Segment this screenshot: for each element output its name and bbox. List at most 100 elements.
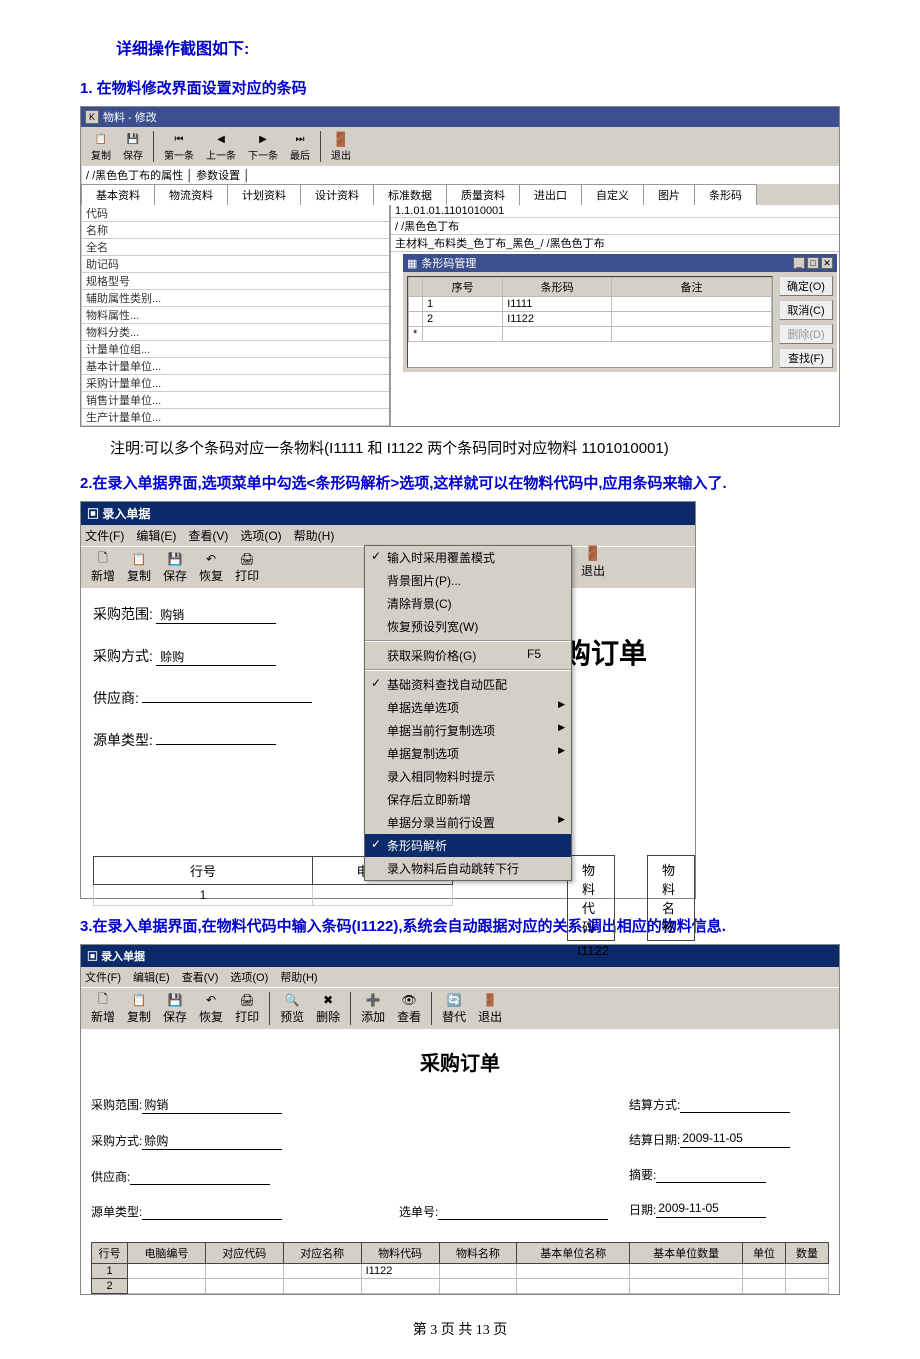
tab-9[interactable]: 条形码	[694, 184, 757, 205]
field-label[interactable]: 基本计量单位...	[81, 358, 389, 375]
tab-1[interactable]: 物流资料	[154, 184, 228, 205]
tool-查看[interactable]: 👁查看	[391, 990, 427, 1027]
selnum-value[interactable]	[438, 1203, 608, 1220]
tool-exit[interactable]: 🚪退出	[581, 545, 605, 579]
tool-exit[interactable]: 🚪退出	[325, 129, 357, 164]
field-label[interactable]: 代码	[81, 205, 389, 222]
menu-item[interactable]: 编辑(E)	[136, 527, 176, 544]
tab-2[interactable]: 计划资料	[227, 184, 301, 205]
menu-option[interactable]: 条形码解析	[365, 834, 571, 857]
menu-option[interactable]: 恢复预设列宽(W)	[365, 615, 571, 638]
tool-预览[interactable]: 🔍预览	[274, 990, 310, 1027]
field-label[interactable]: 生产计量单位...	[81, 409, 389, 426]
delete-button[interactable]: 删除(D)	[779, 324, 833, 344]
form-value[interactable]: 2009-11-05	[680, 1131, 790, 1148]
field-label[interactable]: 物料属性...	[81, 307, 389, 324]
ok-button[interactable]: 确定(O)	[779, 276, 833, 296]
barcode-row-new[interactable]: *	[409, 327, 772, 342]
menu-option[interactable]: 录入物料后自动跳转下行	[365, 857, 571, 880]
tab-0[interactable]: 基本资料	[81, 184, 155, 205]
tool-first[interactable]: ⏮第一条	[158, 129, 200, 164]
tool-save[interactable]: 💾保存	[157, 549, 193, 586]
table-row[interactable]: 1	[94, 885, 453, 906]
field-label[interactable]: 助记码	[81, 256, 389, 273]
menu-item[interactable]: 选项(O)	[230, 969, 268, 985]
range-value[interactable]: 购销	[156, 606, 276, 624]
first-icon: ⏮	[171, 131, 187, 147]
dialog-min-button[interactable]: _	[793, 257, 805, 269]
field-label[interactable]: 采购计量单位...	[81, 375, 389, 392]
table-row[interactable]: 1I1122	[92, 1264, 829, 1279]
field-label[interactable]: 计量单位组...	[81, 341, 389, 358]
menu-option[interactable]: 获取采购价格(G)F5	[365, 644, 571, 667]
menu-item[interactable]: 文件(F)	[85, 969, 121, 985]
menu-option[interactable]: 录入相同物料时提示	[365, 765, 571, 788]
barcode-row[interactable]: 2I1122	[409, 312, 772, 327]
tab-6[interactable]: 进出口	[519, 184, 582, 205]
tool-save[interactable]: 💾保存	[117, 129, 149, 164]
barcode-row[interactable]: 1I1111	[409, 297, 772, 312]
matcode-cell[interactable]: I1122	[361, 1264, 439, 1279]
field-label[interactable]: 规格型号	[81, 273, 389, 290]
tool-copy[interactable]: 📋复制	[85, 129, 117, 164]
tool-prev[interactable]: ◀上一条	[200, 129, 242, 164]
field-label[interactable]: 物料分类...	[81, 324, 389, 341]
tool-替代[interactable]: 🔄替代	[436, 990, 472, 1027]
dialog-max-button[interactable]: □	[807, 257, 819, 269]
form-value[interactable]	[130, 1168, 270, 1185]
tool-复制[interactable]: 📋复制	[121, 990, 157, 1027]
tool-new[interactable]: 🗋新增	[85, 549, 121, 586]
menu-option[interactable]: 背景图片(P)...	[365, 569, 571, 592]
tool-保存[interactable]: 💾保存	[157, 990, 193, 1027]
tab-7[interactable]: 自定义	[581, 184, 644, 205]
form-value[interactable]: 购销	[142, 1096, 282, 1114]
tool-打印[interactable]: 🖨打印	[229, 990, 265, 1027]
form-value[interactable]	[142, 1203, 282, 1220]
menu-option[interactable]: 输入时采用覆盖模式	[365, 546, 571, 569]
menu-option[interactable]: 单据复制选项	[365, 742, 571, 765]
menu-option[interactable]: 单据选单选项	[365, 696, 571, 719]
form-value[interactable]	[680, 1096, 790, 1113]
tool-删除[interactable]: ✖删除	[310, 990, 346, 1027]
tab-3[interactable]: 设计资料	[300, 184, 374, 205]
menu-item[interactable]: 帮助(H)	[294, 527, 335, 544]
tab-4[interactable]: 标准数据	[373, 184, 447, 205]
table-row[interactable]: 2	[92, 1279, 829, 1294]
menu-item[interactable]: 编辑(E)	[133, 969, 170, 985]
tool-添加[interactable]: ➕添加	[355, 990, 391, 1027]
menu-item[interactable]: 帮助(H)	[280, 969, 317, 985]
form-value[interactable]: 赊购	[142, 1132, 282, 1150]
menu-item[interactable]: 查看(V)	[188, 527, 228, 544]
field-label[interactable]: 全名	[81, 239, 389, 256]
srctype-value[interactable]	[156, 744, 276, 745]
tool-新增[interactable]: 🗋新增	[85, 990, 121, 1027]
menu-option[interactable]: 基础资料查找自动匹配	[365, 673, 571, 696]
dialog-close-button[interactable]: ✕	[821, 257, 833, 269]
form-value[interactable]	[656, 1166, 766, 1183]
tool-print[interactable]: 🖨打印	[229, 549, 265, 586]
menu-option[interactable]: 单据当前行复制选项	[365, 719, 571, 742]
tool-退出[interactable]: 🚪退出	[472, 990, 508, 1027]
tool-恢复[interactable]: ↶恢复	[193, 990, 229, 1027]
tool-copy[interactable]: 📋复制	[121, 549, 157, 586]
method-value[interactable]: 赊购	[156, 648, 276, 666]
tool-next[interactable]: ▶下一条	[242, 129, 284, 164]
menu-item[interactable]: 文件(F)	[85, 527, 124, 544]
cancel-button[interactable]: 取消(C)	[779, 300, 833, 320]
menu-option[interactable]: 单据分录当前行设置	[365, 811, 571, 834]
supplier-value[interactable]	[142, 702, 312, 703]
tool-last[interactable]: ⏭最后	[284, 129, 316, 164]
tool-restore[interactable]: ↶恢复	[193, 549, 229, 586]
tab-8[interactable]: 图片	[643, 184, 695, 205]
field-label[interactable]: 名称	[81, 222, 389, 239]
menu-item[interactable]: 查看(V)	[182, 969, 219, 985]
field-label[interactable]: 销售计量单位...	[81, 392, 389, 409]
form-value[interactable]: 2009-11-05	[656, 1201, 766, 1218]
matcode-cell[interactable]: I1122	[567, 941, 615, 960]
tab-5[interactable]: 质量资料	[446, 184, 520, 205]
menu-item[interactable]: 选项(O)	[240, 527, 281, 544]
menu-option[interactable]: 清除背景(C)	[365, 592, 571, 615]
menu-option[interactable]: 保存后立即新增	[365, 788, 571, 811]
find-button[interactable]: 查找(F)	[779, 348, 833, 368]
field-label[interactable]: 辅助属性类别...	[81, 290, 389, 307]
